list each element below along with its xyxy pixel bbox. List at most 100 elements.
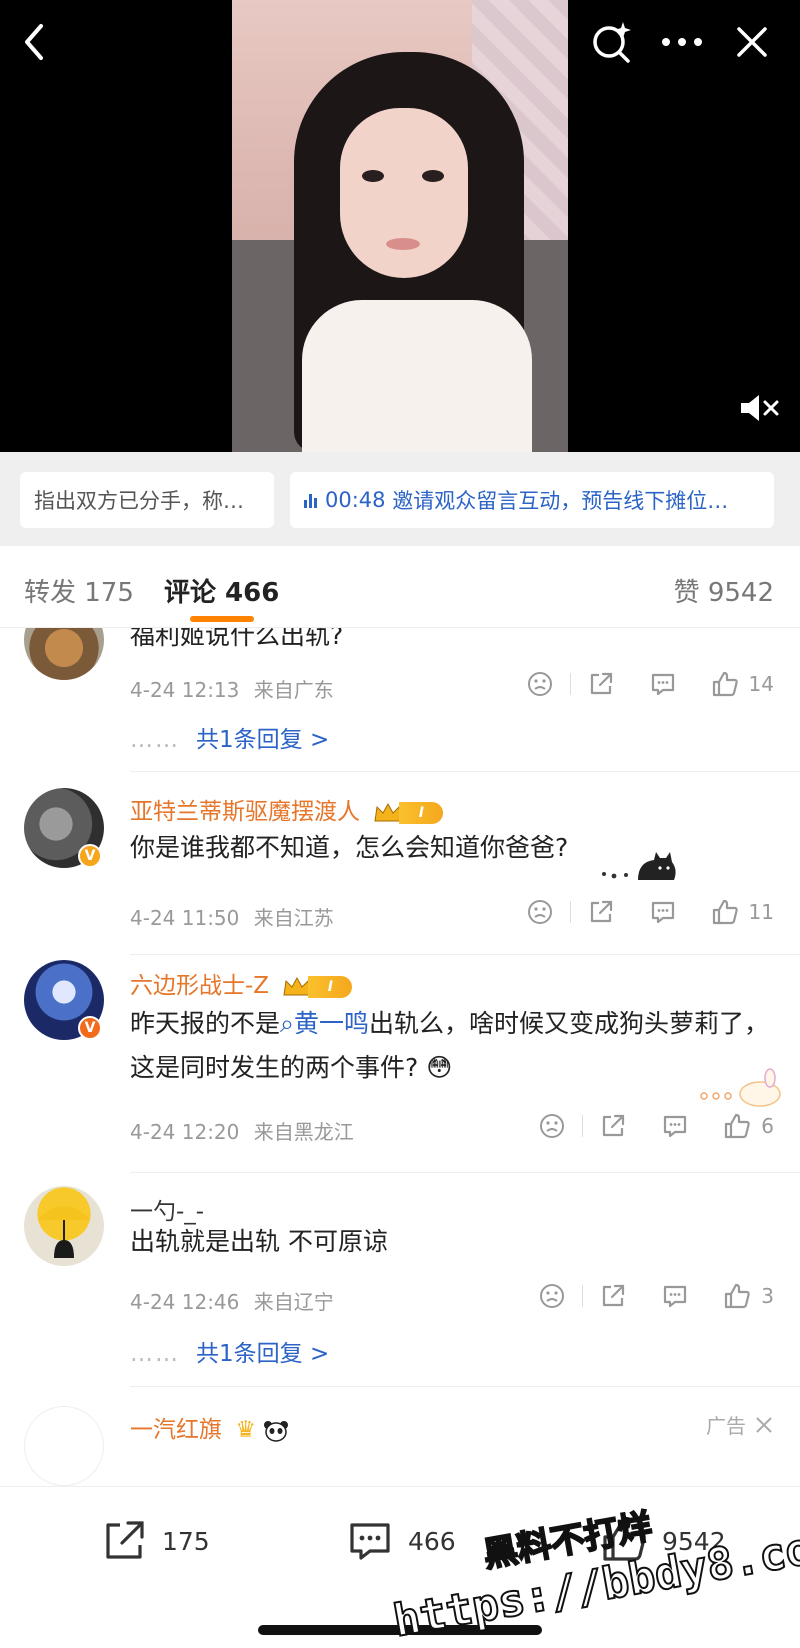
share-icon bbox=[603, 1284, 625, 1307]
divider bbox=[130, 1386, 800, 1387]
tab-comment[interactable]: 评论 466 bbox=[164, 572, 279, 609]
share-button[interactable] bbox=[599, 1282, 627, 1310]
dislike-button[interactable] bbox=[538, 1112, 566, 1140]
share-icon bbox=[590, 672, 612, 695]
dislike-face-icon bbox=[527, 672, 552, 696]
forward-count: 175 bbox=[162, 1526, 210, 1556]
dislike-button[interactable] bbox=[526, 898, 554, 926]
username-text: 六边形战士-Z bbox=[130, 973, 270, 999]
active-tab-indicator bbox=[190, 616, 254, 622]
like-count: 11 bbox=[748, 900, 774, 924]
comment-username[interactable]: 一汽红旗 ♛ bbox=[130, 1410, 289, 1444]
like-button[interactable]: 9542 bbox=[600, 1517, 726, 1565]
close-button[interactable] bbox=[728, 18, 776, 66]
view-replies-link[interactable]: …… 共1条回复 > bbox=[130, 720, 329, 754]
like-button[interactable]: 3 bbox=[723, 1282, 774, 1310]
comment-time: 4-24 12:46 bbox=[130, 1290, 240, 1314]
comment-bubble-icon bbox=[664, 1115, 687, 1138]
audio-bars-icon bbox=[304, 492, 317, 508]
avatar[interactable] bbox=[24, 1406, 104, 1486]
cat-umbrella-icon bbox=[38, 1206, 90, 1258]
summary-chips: 指出双方已分手，称… 00:48 邀请观众留言互动，预告线下摊位… bbox=[0, 452, 800, 546]
search-sparkle-icon bbox=[593, 22, 631, 63]
more-icon bbox=[662, 38, 702, 46]
comment-meta: 4-24 12:20 来自黑龙江 bbox=[130, 1116, 354, 1145]
level-text: I bbox=[399, 801, 444, 824]
dislike-button[interactable] bbox=[526, 670, 554, 698]
verified-badge: V bbox=[78, 844, 102, 868]
comment-count: 466 bbox=[408, 1526, 456, 1556]
thumbs-up-icon bbox=[725, 1113, 750, 1139]
comment-meta: 4-24 12:13 来自广东 bbox=[130, 674, 334, 703]
thumbs-up-icon bbox=[712, 899, 738, 925]
comment-username[interactable]: 亚特兰蒂斯驱魔摆渡人 I bbox=[130, 792, 444, 826]
comment-actions: 3 bbox=[504, 1282, 774, 1310]
reply-button[interactable] bbox=[661, 1282, 689, 1310]
like-button[interactable]: 11 bbox=[711, 898, 774, 926]
reply-button[interactable] bbox=[649, 898, 677, 926]
topic-link[interactable]: ⌕黄一鸣 bbox=[280, 1009, 369, 1038]
video-player[interactable] bbox=[0, 0, 800, 452]
back-button[interactable] bbox=[10, 18, 58, 66]
ad-label[interactable]: 广告 bbox=[706, 1410, 774, 1439]
username-text: 亚特兰蒂斯驱魔摆渡人 bbox=[130, 799, 360, 825]
comment-time: 4-24 12:13 bbox=[130, 678, 240, 702]
dislike-button[interactable] bbox=[538, 1282, 566, 1310]
comment-time: 4-24 12:20 bbox=[130, 1120, 240, 1144]
video-frame bbox=[232, 0, 568, 452]
crown-emoji-icon: ♛ bbox=[235, 1417, 256, 1443]
comment-list: 福利姬说什么出轨? 4-24 12:13 来自广东 14 …… 共1条回复 > V… bbox=[0, 628, 800, 1486]
comment-actions: 14 bbox=[492, 670, 774, 698]
comment-username[interactable]: 六边形战士-Z I bbox=[130, 966, 353, 1000]
comment-meta: 4-24 11:50 来自江苏 bbox=[130, 902, 334, 931]
more-button[interactable] bbox=[658, 18, 706, 66]
panda-icon bbox=[264, 1420, 289, 1442]
like-count: 3 bbox=[761, 1284, 774, 1308]
avatar[interactable] bbox=[24, 628, 104, 680]
tab-like[interactable]: 赞 9542 bbox=[674, 572, 774, 609]
comment-button[interactable]: 466 bbox=[346, 1517, 456, 1565]
dislike-face-icon bbox=[540, 1284, 565, 1308]
like-count: 6 bbox=[761, 1114, 774, 1138]
forward-button[interactable]: 175 bbox=[100, 1517, 210, 1565]
black-cat-sticker-icon bbox=[602, 852, 676, 880]
avatar[interactable] bbox=[24, 1186, 104, 1266]
comment-location: 来自黑龙江 bbox=[253, 1120, 354, 1144]
comment-time: 4-24 11:50 bbox=[130, 906, 240, 930]
divider bbox=[130, 954, 800, 955]
mute-button[interactable] bbox=[736, 384, 784, 432]
summary-chip-timestamp[interactable]: 00:48 邀请观众留言互动，预告线下摊位… bbox=[290, 472, 774, 528]
comment-text-content: 你是谁我都不知道，怎么会知道你爸爸? bbox=[130, 833, 569, 862]
share-button[interactable] bbox=[587, 898, 615, 926]
like-button[interactable]: 6 bbox=[723, 1112, 774, 1140]
video-subtitle bbox=[292, 438, 512, 450]
comment-text: 福利姬说什么出轨? bbox=[130, 628, 344, 650]
view-replies-text: 共1条回复 > bbox=[196, 727, 330, 753]
level-text: I bbox=[308, 975, 353, 998]
comment-location: 来自辽宁 bbox=[253, 1290, 334, 1314]
close-icon bbox=[756, 1416, 772, 1433]
share-button[interactable] bbox=[587, 670, 615, 698]
like-button[interactable]: 14 bbox=[711, 670, 774, 698]
comment-location: 来自广东 bbox=[253, 678, 334, 702]
thumbs-up-icon bbox=[725, 1283, 750, 1309]
divider bbox=[130, 1172, 800, 1173]
view-replies-link[interactable]: …… 共1条回复 > bbox=[130, 1334, 329, 1368]
tab-forward[interactable]: 转发 175 bbox=[24, 572, 134, 609]
comment-bubble-icon bbox=[651, 901, 674, 924]
comment-text: 出轨就是出轨 不可原谅 bbox=[130, 1227, 388, 1256]
back-icon bbox=[25, 24, 43, 60]
reply-button[interactable] bbox=[661, 1112, 689, 1140]
comment-bubble-icon bbox=[350, 1523, 390, 1560]
search-button[interactable] bbox=[588, 18, 636, 66]
thumbs-up-icon bbox=[603, 1520, 646, 1561]
share-icon bbox=[603, 1114, 625, 1137]
comment-meta: 4-24 12:46 来自辽宁 bbox=[130, 1286, 334, 1315]
summary-chip-time: 00:48 bbox=[325, 488, 386, 512]
comment-text: 昨天报的不是⌕黄一鸣出轨么，啥时候又变成狗头萝莉了，这是同时发生的两个事件? 😳 bbox=[124, 1002, 770, 1090]
ad-label-text: 广告 bbox=[706, 1414, 746, 1438]
share-button[interactable] bbox=[599, 1112, 627, 1140]
summary-chip[interactable]: 指出双方已分手，称… bbox=[20, 472, 274, 528]
share-icon bbox=[106, 1521, 144, 1559]
reply-button[interactable] bbox=[649, 670, 677, 698]
